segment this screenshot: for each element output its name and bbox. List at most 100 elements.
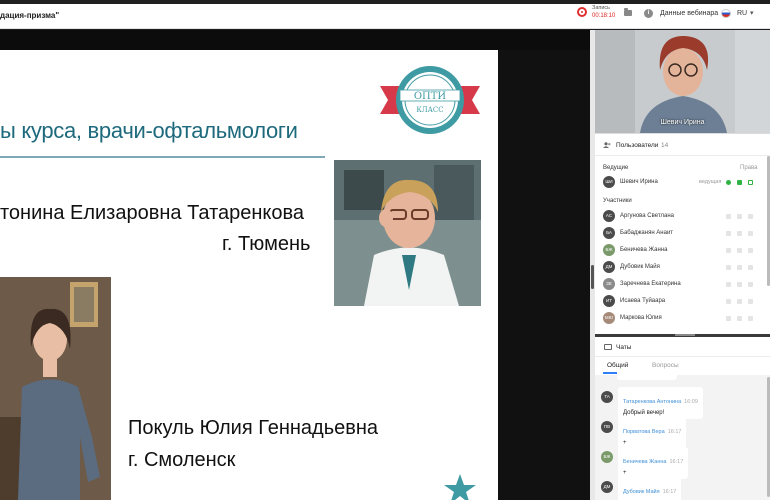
- user-name: Аргунова Светлана: [620, 213, 674, 219]
- recording-label: Запись: [592, 5, 611, 11]
- avatar: АС: [603, 210, 615, 222]
- presenter-video: Шевич Ирина: [595, 30, 770, 133]
- camera-icon[interactable]: [737, 282, 742, 287]
- speaker2-photo: [0, 277, 111, 500]
- avatar: БА: [603, 227, 615, 239]
- info-icon[interactable]: i: [644, 9, 653, 18]
- user-role: ведущая: [699, 179, 722, 185]
- screen-share-icon[interactable]: [748, 282, 753, 287]
- host-row[interactable]: ШИ Шевич Ирина ведущая: [603, 176, 763, 190]
- avatar: ДМ: [601, 481, 613, 493]
- webinar-data-button[interactable]: Данные вебинара: [660, 10, 718, 17]
- logo-text-top: ОПТИ: [414, 91, 447, 102]
- message-author[interactable]: Порватова Вера: [623, 429, 665, 435]
- heading-divider: [0, 156, 325, 158]
- message-time: 16:17: [662, 489, 677, 495]
- screen-share-icon[interactable]: [748, 316, 753, 321]
- message-text: +: [623, 470, 627, 476]
- participant-row[interactable]: ИТ Исаева Туйаара: [603, 295, 763, 309]
- chat-icon: [604, 344, 612, 350]
- user-name: Бабаджанян Анаит: [620, 230, 674, 236]
- participant-row[interactable]: БА Бабаджанян Анаит: [603, 227, 763, 241]
- microphone-icon[interactable]: [726, 180, 731, 185]
- chat-header[interactable]: Чаты: [595, 337, 770, 357]
- rights-label: Права: [740, 165, 758, 171]
- screen-share-icon[interactable]: [748, 180, 753, 185]
- microphone-icon[interactable]: [726, 282, 731, 287]
- truncated-message: [617, 372, 677, 380]
- message-author[interactable]: Беничева Жанна: [623, 459, 666, 465]
- user-name: Шевич Ирина: [620, 179, 658, 185]
- camera-icon[interactable]: [737, 214, 742, 219]
- user-name: Маркова Юлия: [620, 315, 662, 321]
- camera-icon[interactable]: [737, 265, 742, 270]
- avatar: ПВ: [601, 421, 613, 433]
- users-count: 14: [661, 142, 669, 149]
- webinar-title: дация-призма": [0, 11, 60, 20]
- screen-share-icon[interactable]: [748, 214, 753, 219]
- microphone-icon[interactable]: [726, 248, 731, 253]
- message-bubble: Беничева Жанна 16:17 +: [618, 447, 689, 479]
- message-time: 16:17: [669, 459, 684, 465]
- speaker1-photo: [334, 160, 481, 306]
- slide-top-margin: [0, 30, 590, 50]
- avatar: ДМ: [603, 261, 615, 273]
- flag-icon[interactable]: [721, 9, 731, 18]
- message-author[interactable]: Татаренкова Антонина: [623, 399, 681, 405]
- microphone-icon[interactable]: [726, 299, 731, 304]
- participant-row[interactable]: АС Аргунова Светлана: [603, 210, 763, 224]
- user-name: Исаева Туйаара: [620, 298, 666, 304]
- tab-questions[interactable]: Вопросы: [652, 362, 679, 369]
- microphone-icon[interactable]: [726, 316, 731, 321]
- recording-time: 00:18:10: [592, 13, 616, 19]
- participant-row[interactable]: БЖ Беничева Жанна: [603, 244, 763, 258]
- chat-messages[interactable]: ТА Татаренкова Антонина 16:09 Добрый вече…: [595, 372, 770, 500]
- tab-general[interactable]: Общий: [607, 362, 628, 369]
- logo-text-bottom: КЛАСС: [416, 106, 443, 114]
- screen-share-icon[interactable]: [748, 299, 753, 304]
- camera-icon[interactable]: [737, 316, 742, 321]
- users-icon: [603, 142, 611, 148]
- screen-share-icon[interactable]: [748, 231, 753, 236]
- speaker2-name: Покуль Юлия Геннадьевна: [128, 417, 379, 439]
- camera-icon[interactable]: [737, 231, 742, 236]
- user-name: Дубовик Майя: [620, 264, 660, 270]
- screen-share-icon[interactable]: [748, 265, 753, 270]
- language-selector[interactable]: RU: [737, 10, 747, 17]
- participant-row[interactable]: ЗЕ Заречнева Екатерина: [603, 278, 763, 292]
- speaker1-name: тонина Елизаровна Татаренкова: [0, 202, 305, 224]
- speaker1-city: г. Тюмень: [222, 233, 311, 255]
- participant-row[interactable]: МЮ Маркова Юлия: [603, 312, 763, 326]
- avatar: ТА: [601, 391, 613, 403]
- opti-klass-logo: ОПТИ КЛАСС: [380, 66, 480, 134]
- avatar: БЖ: [601, 451, 613, 463]
- message-bubble: Татаренкова Антонина 16:09 Добрый вечер!: [618, 387, 703, 419]
- message-author[interactable]: Дубовик Майя: [623, 489, 660, 495]
- participants-label: Участники: [603, 198, 632, 204]
- camera-icon[interactable]: [737, 180, 742, 185]
- record-icon[interactable]: [577, 7, 587, 17]
- chevron-down-icon[interactable]: ▾: [750, 9, 754, 17]
- avatar: ИТ: [603, 295, 615, 307]
- microphone-icon[interactable]: [726, 231, 731, 236]
- screen-share-icon[interactable]: [748, 248, 753, 253]
- speaker2-city: г. Смоленск: [128, 449, 236, 471]
- participant-row[interactable]: ДМ Дубовик Майя: [603, 261, 763, 275]
- resize-handle[interactable]: [591, 265, 594, 289]
- folder-icon[interactable]: [624, 8, 632, 16]
- presentation-slide: ОПТИ КЛАСС ы курса, врачи-офтальмологи т…: [0, 50, 498, 500]
- chat-panel: Чаты Общий Вопросы ТА Татаренкова Антони…: [595, 337, 770, 500]
- separator-grip[interactable]: [675, 334, 695, 336]
- message-bubble: Порватова Вера 16:17 +: [618, 417, 687, 449]
- users-header[interactable]: Пользователи 14: [595, 134, 770, 156]
- camera-icon[interactable]: [737, 248, 742, 253]
- microphone-icon[interactable]: [726, 265, 731, 270]
- message-text: Добрый вечер!: [623, 410, 665, 416]
- camera-icon[interactable]: [737, 299, 742, 304]
- message-text: +: [623, 440, 627, 446]
- message-bubble: Дубовик Майя16:17 +: [618, 477, 682, 500]
- hosts-label: Ведущие: [603, 165, 629, 171]
- chat-title: Чаты: [616, 344, 632, 351]
- users-title: Пользователи: [616, 142, 659, 149]
- microphone-icon[interactable]: [726, 214, 731, 219]
